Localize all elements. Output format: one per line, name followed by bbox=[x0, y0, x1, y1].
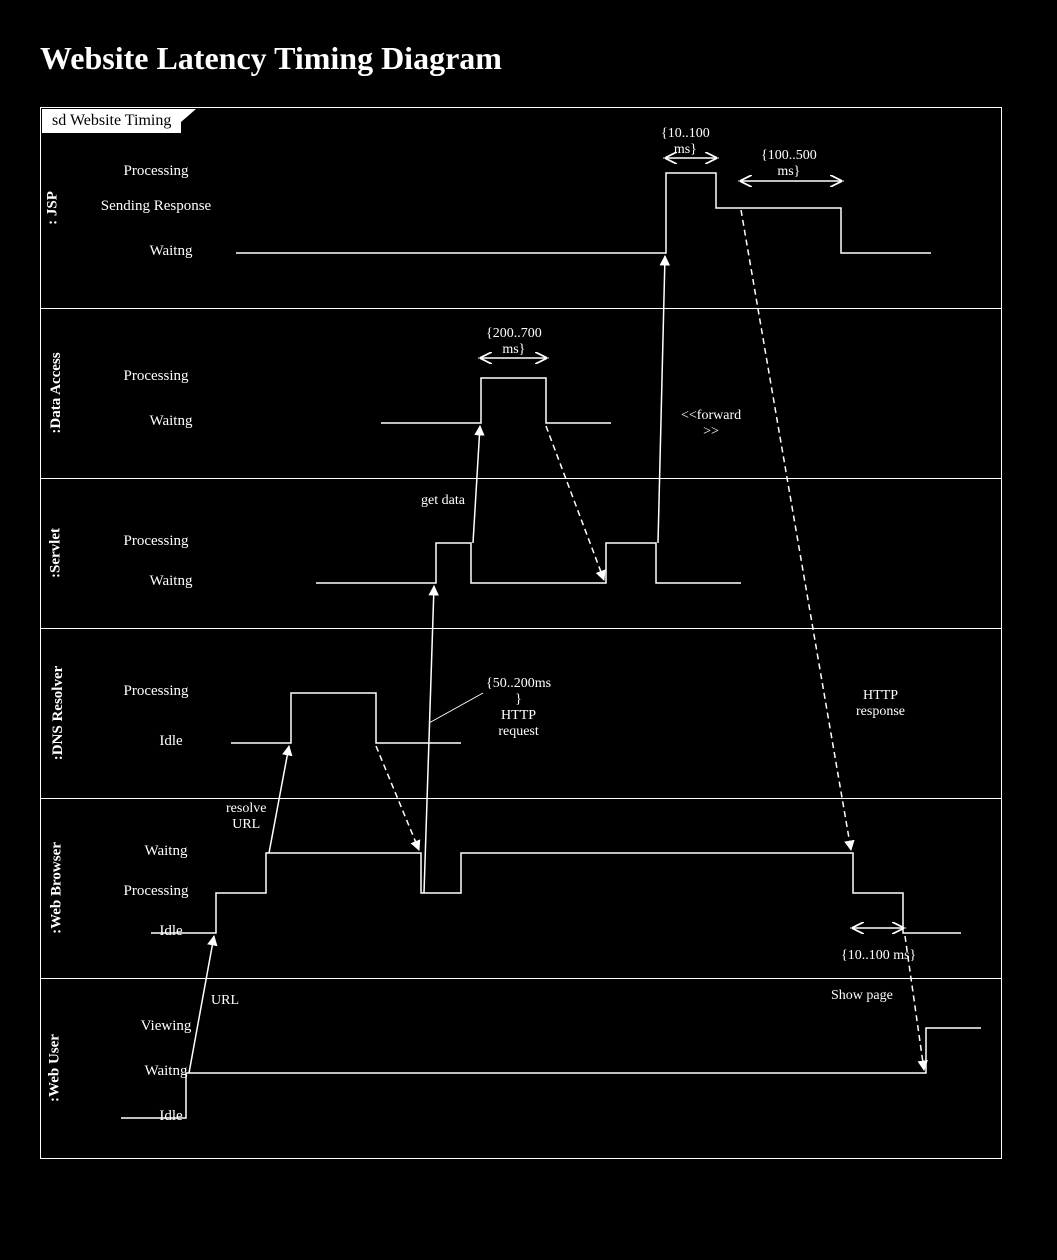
annot-resolve-url: resolve URL bbox=[226, 801, 266, 833]
state-da-waiting: Waitng bbox=[126, 413, 216, 430]
state-jsp-waiting: Waitng bbox=[126, 243, 216, 260]
state-dns-processing: Processing bbox=[111, 683, 201, 700]
annot-get-data: get data bbox=[421, 493, 465, 509]
state-da-processing: Processing bbox=[111, 368, 201, 385]
annot-http-resp: HTTP response bbox=[856, 688, 905, 720]
state-user-idle: Idle bbox=[126, 1108, 216, 1125]
lane-servlet: :Servlet Processing Waitng bbox=[41, 478, 1001, 629]
state-user-viewing: Viewing bbox=[121, 1018, 211, 1035]
annot-show-page: Show page bbox=[831, 988, 893, 1004]
annot-browser-proc-time: {10..100 ms} bbox=[841, 948, 916, 964]
annot-jsp-send-time: {100..500 ms} bbox=[761, 148, 817, 180]
state-browser-processing: Processing bbox=[111, 883, 201, 900]
annot-forward: <<forward >> bbox=[681, 408, 741, 440]
lane-user: :Web User Viewing Waitng Idle bbox=[41, 978, 1001, 1158]
state-jsp-sending: Sending Response bbox=[86, 198, 226, 215]
lane-label-dns: :DNS Resolver bbox=[50, 666, 67, 761]
lane-jsp: : JSP Processing Sending Response Waitng bbox=[41, 108, 1001, 309]
timing-diagram: sd Website Timing : JSP Processing Sendi… bbox=[40, 107, 1002, 1159]
lane-label-data-access: :Data Access bbox=[48, 352, 65, 433]
state-servlet-processing: Processing bbox=[111, 533, 201, 550]
state-browser-waiting: Waitng bbox=[121, 843, 211, 860]
annot-jsp-proc-time: {10..100 ms} bbox=[661, 126, 710, 158]
state-user-waiting: Waitng bbox=[121, 1063, 211, 1080]
lane-label-browser: :Web Browser bbox=[48, 842, 65, 934]
page-title: Website Latency Timing Diagram bbox=[40, 40, 1017, 77]
state-servlet-waiting: Waitng bbox=[126, 573, 216, 590]
lane-label-servlet: :Servlet bbox=[47, 528, 64, 578]
annot-http-req: {50..200ms } HTTP request bbox=[486, 676, 551, 740]
lane-label-jsp: : JSP bbox=[44, 191, 61, 225]
state-dns-idle: Idle bbox=[126, 733, 216, 750]
state-browser-idle: Idle bbox=[126, 923, 216, 940]
state-jsp-processing: Processing bbox=[111, 163, 201, 180]
annot-da-proc-time: {200..700 ms} bbox=[486, 326, 542, 358]
annot-url: URL bbox=[211, 993, 239, 1009]
lane-label-user: :Web User bbox=[46, 1034, 63, 1102]
